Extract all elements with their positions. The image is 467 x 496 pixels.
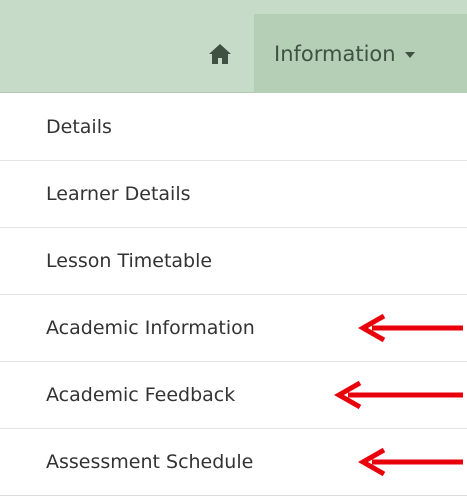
menu-item-label: Lesson Timetable [46,250,213,272]
top-navbar: Information [0,0,467,93]
menu-item-assessment-schedule[interactable]: Assessment Schedule [0,429,467,496]
home-button[interactable] [186,14,254,93]
menu-item-academic-information[interactable]: Academic Information [0,295,467,362]
information-label: Information [274,41,396,66]
menu-item-label: Details [46,116,112,138]
menu-item-details[interactable]: Details [0,94,467,161]
menu-item-label: Academic Feedback [46,384,236,406]
red-arrow-annotation [358,447,463,477]
menu-item-learner-details[interactable]: Learner Details [0,161,467,228]
caret-down-icon [404,52,415,58]
information-dropdown-button[interactable]: Information [254,14,467,93]
menu-item-label: Assessment Schedule [46,451,254,473]
menu-item-label: Learner Details [46,183,191,205]
red-arrow-annotation [358,313,463,343]
menu-item-academic-feedback[interactable]: Academic Feedback [0,362,467,429]
red-arrow-annotation [334,380,463,410]
home-icon [209,43,231,64]
information-dropdown-menu: Details Learner Details Lesson Timetable… [0,94,467,496]
menu-item-label: Academic Information [46,317,255,339]
menu-item-lesson-timetable[interactable]: Lesson Timetable [0,228,467,295]
